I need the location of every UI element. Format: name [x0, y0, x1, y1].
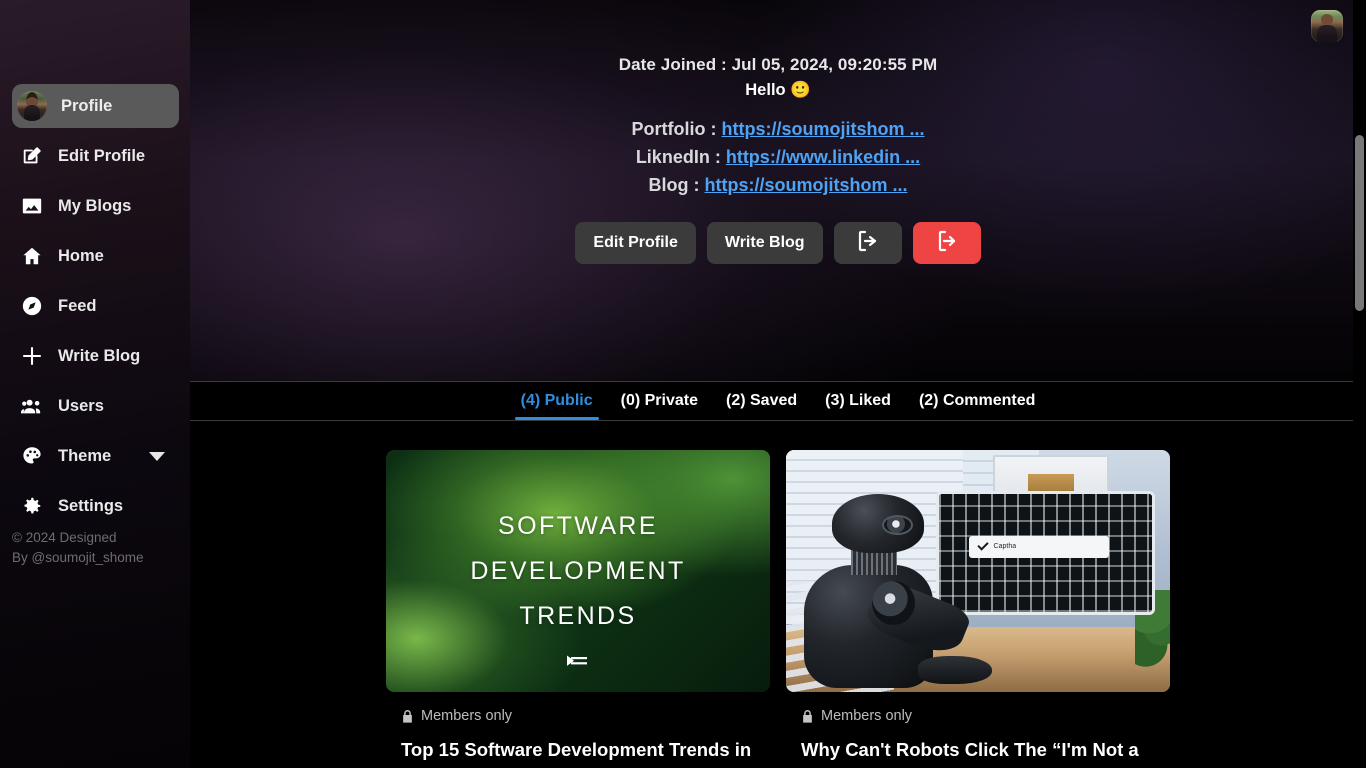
- share-button[interactable]: [833, 222, 902, 264]
- gear-icon: [20, 494, 44, 518]
- compass-icon: [20, 294, 44, 318]
- linkedin-label: LiknedIn :: [635, 147, 721, 167]
- computer-monitor: Captha: [935, 491, 1155, 615]
- robot-eye: [881, 514, 914, 536]
- palette-icon: [20, 444, 44, 468]
- blog-link-row: Blog : https://soumojitshom ...: [190, 171, 1366, 199]
- blog-card-title[interactable]: Top 15 Software Development Trends in 20…: [386, 736, 770, 768]
- page-scrollbar-track[interactable]: [1353, 0, 1366, 768]
- tab-commented[interactable]: (2) Commented: [905, 382, 1049, 420]
- sidebar: Profile Edit Profile My Blogs Home Feed …: [0, 0, 190, 768]
- sidebar-item-edit-profile[interactable]: Edit Profile: [12, 134, 179, 178]
- profile-hero: Date Joined : Jul 05, 2024, 09:20:55 PM …: [190, 0, 1366, 381]
- app-root: Profile Edit Profile My Blogs Home Feed …: [0, 0, 1366, 768]
- sidebar-item-theme[interactable]: Theme: [12, 434, 179, 478]
- blog-thumbnail[interactable]: Captha: [786, 450, 1170, 692]
- lock-icon: [401, 709, 414, 724]
- portfolio-link-row: Portfolio : https://soumojitshom ...: [190, 115, 1366, 143]
- blog-card[interactable]: Captha Members only Why Can't Robots Cli…: [786, 450, 1170, 768]
- sidebar-item-profile[interactable]: Profile: [12, 84, 179, 128]
- logout-button[interactable]: [912, 222, 981, 264]
- logout-icon: [935, 229, 959, 258]
- captcha-label: Captha: [993, 543, 1017, 551]
- tab-private[interactable]: (0) Private: [607, 382, 712, 420]
- tab-liked[interactable]: (3) Liked: [811, 382, 905, 420]
- date-joined: Date Joined : Jul 05, 2024, 09:20:55 PM: [618, 55, 938, 74]
- sidebar-item-label: Write Blog: [58, 346, 141, 365]
- chevron-down-icon[interactable]: [149, 451, 165, 461]
- thumbnail-text-line: TRENDS: [519, 601, 637, 630]
- robot-shoulder-joint: [872, 580, 915, 625]
- robot-hand: [918, 656, 992, 685]
- portfolio-link[interactable]: https://soumojitshom ...: [722, 119, 925, 139]
- sidebar-item-label: Feed: [58, 296, 97, 315]
- blog-link[interactable]: https://soumojitshom ...: [705, 175, 908, 195]
- brand-mark-icon: [564, 654, 592, 668]
- profile-info: Date Joined : Jul 05, 2024, 09:20:55 PM …: [190, 0, 1366, 264]
- main-content: Date Joined : Jul 05, 2024, 09:20:55 PM …: [190, 0, 1366, 768]
- share-icon: [856, 229, 880, 258]
- sidebar-nav: Profile Edit Profile My Blogs Home Feed …: [0, 82, 190, 534]
- content-tabs: (4) Public (0) Private (2) Saved (3) Lik…: [190, 382, 1366, 420]
- copyright-line-1: © 2024 Designed: [12, 530, 117, 545]
- tab-public[interactable]: (4) Public: [507, 382, 607, 420]
- profile-links: Portfolio : https://soumojitshom ... Lik…: [190, 115, 1366, 199]
- blog-card-title[interactable]: Why Can't Robots Click The “I'm Not a Ro…: [786, 736, 1170, 768]
- robot-figure: [801, 493, 992, 692]
- sidebar-item-label: Settings: [58, 496, 124, 515]
- check-icon: [977, 541, 988, 552]
- sidebar-item-users[interactable]: Users: [12, 384, 179, 428]
- captcha-checkbox: Captha: [968, 536, 1110, 558]
- blog-card-title-text: Why Can't Robots Click The “I'm Not a Ro…: [801, 739, 1139, 768]
- sidebar-item-label: Users: [58, 396, 104, 415]
- sidebar-item-home[interactable]: Home: [12, 234, 179, 278]
- portfolio-label: Portfolio :: [631, 119, 717, 139]
- user-avatar-icon: [17, 91, 47, 121]
- sidebar-footer: © 2024 Designed By @soumojit_shome: [12, 528, 180, 568]
- home-icon: [20, 244, 44, 268]
- sidebar-item-my-blogs[interactable]: My Blogs: [12, 184, 179, 228]
- sidebar-item-feed[interactable]: Feed: [12, 284, 179, 328]
- plus-icon: [20, 344, 44, 368]
- edit-profile-button[interactable]: Edit Profile: [575, 222, 696, 264]
- blog-label: Blog :: [648, 175, 700, 195]
- users-group-icon: [20, 394, 44, 418]
- sidebar-item-settings[interactable]: Settings: [12, 484, 179, 528]
- thumbnail-text-line: DEVELOPMENT: [470, 556, 686, 585]
- lock-icon: [801, 709, 814, 724]
- office-shelf-books: [1027, 474, 1074, 492]
- blog-thumbnail[interactable]: SOFTWARE DEVELOPMENT TRENDS: [386, 450, 770, 692]
- blog-card[interactable]: SOFTWARE DEVELOPMENT TRENDS Members only…: [386, 450, 770, 768]
- robot-head: [832, 493, 925, 554]
- sidebar-item-label: Theme: [58, 446, 112, 465]
- profile-actions: Edit Profile Write Blog: [190, 222, 1366, 264]
- sidebar-item-label: Profile: [61, 96, 113, 115]
- sidebar-item-label: Edit Profile: [58, 146, 146, 165]
- page-scrollbar-thumb[interactable]: [1355, 135, 1364, 311]
- thumbnail-text-line: SOFTWARE: [498, 511, 658, 540]
- write-blog-button[interactable]: Write Blog: [706, 222, 823, 264]
- tab-saved[interactable]: (2) Saved: [712, 382, 811, 420]
- image-picture-icon: [20, 194, 44, 218]
- members-only-badge: Members only: [786, 708, 1170, 724]
- linkedin-link[interactable]: https://www.linkedin ...: [726, 147, 920, 167]
- sidebar-item-label: My Blogs: [58, 196, 132, 215]
- sidebar-item-write-blog[interactable]: Write Blog: [12, 334, 179, 378]
- profile-bio: Hello 🙂: [745, 81, 811, 99]
- members-only-label: Members only: [421, 708, 513, 724]
- members-only-badge: Members only: [386, 708, 770, 724]
- sidebar-item-label: Home: [58, 246, 104, 265]
- linkedin-link-row: LiknedIn : https://www.linkedin ...: [190, 143, 1366, 171]
- header-avatar[interactable]: [1311, 10, 1343, 42]
- copyright-line-2: By @soumojit_shome: [12, 550, 144, 565]
- edit-pencil-square-icon: [20, 144, 44, 168]
- blog-card-grid: SOFTWARE DEVELOPMENT TRENDS Members only…: [190, 421, 1366, 768]
- members-only-label: Members only: [821, 708, 913, 724]
